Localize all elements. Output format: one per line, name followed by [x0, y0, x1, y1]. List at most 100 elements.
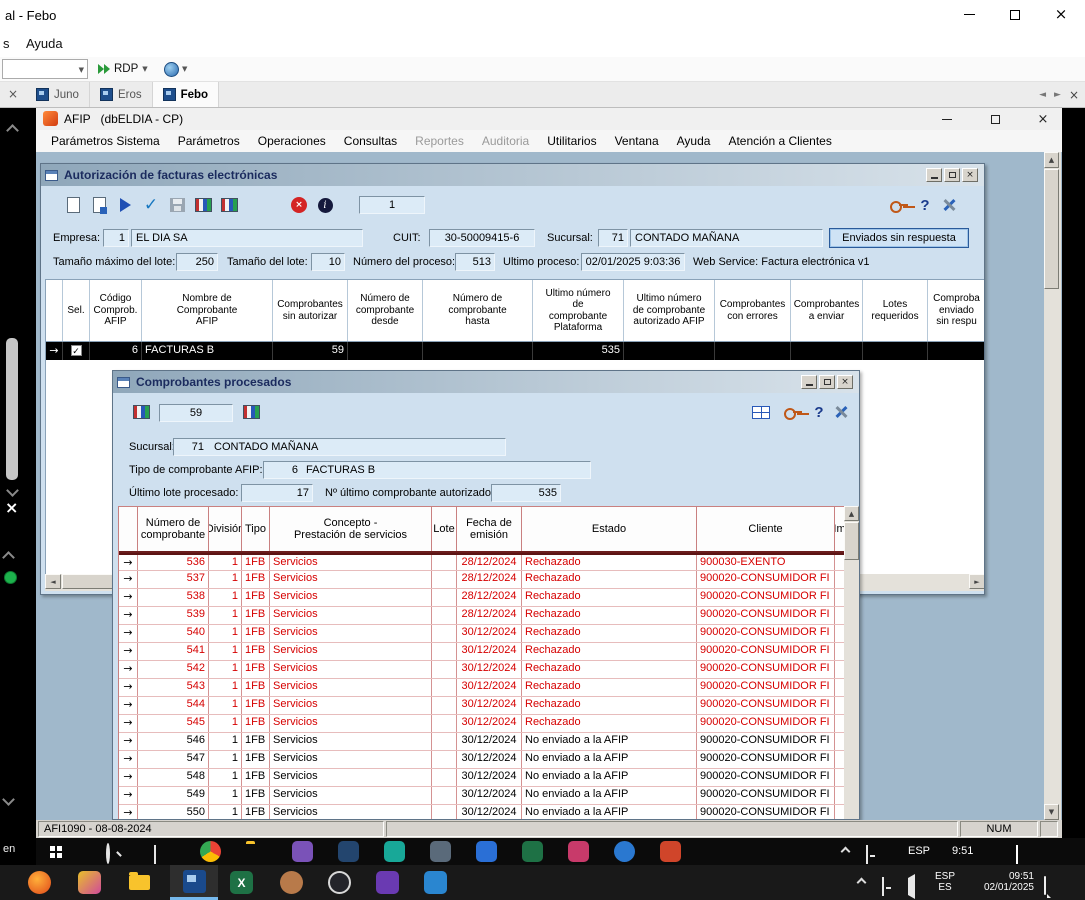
tamano-field[interactable]: 10: [311, 253, 345, 271]
columns-button[interactable]: [239, 401, 263, 423]
table-row[interactable]: →54511FBServicios30/12/2024Rechazado9000…: [119, 715, 845, 733]
minimize-button[interactable]: [801, 375, 817, 389]
obs-icon[interactable]: [328, 871, 351, 894]
new-button[interactable]: [61, 194, 85, 216]
stop-button[interactable]: ×: [287, 194, 311, 216]
menu-item-consultas[interactable]: Consultas: [335, 130, 406, 152]
sucursal-name-field[interactable]: CONTADO MAÑANA: [630, 229, 823, 247]
cuit-field[interactable]: 30-50009415-6: [429, 229, 535, 247]
access-button[interactable]: [781, 401, 805, 423]
back-icon[interactable]: ◄: [1039, 90, 1046, 100]
menu-item-operaciones[interactable]: Operaciones: [249, 130, 335, 152]
access-button[interactable]: [887, 194, 911, 216]
afip-maximize-button[interactable]: [980, 108, 1010, 130]
proceso-field[interactable]: 513: [455, 253, 495, 271]
ultimo-proceso-field[interactable]: 02/01/2025 9:03:36: [581, 253, 685, 271]
file-explorer-button[interactable]: [128, 871, 151, 894]
client-vertical-scrollbar[interactable]: ▲ ▼: [1044, 152, 1061, 820]
scroll-up-button[interactable]: ▲: [1044, 152, 1059, 168]
export-button[interactable]: [217, 194, 241, 216]
process-count-field[interactable]: 1: [359, 196, 425, 214]
confirm-button[interactable]: ✓: [139, 194, 163, 216]
close-button[interactable]: ×: [837, 375, 853, 389]
app-icon-navy[interactable]: [338, 841, 359, 862]
chevron-down-icon[interactable]: [2, 793, 15, 806]
chevron-up-icon[interactable]: [2, 551, 15, 564]
start-button[interactable]: [50, 845, 62, 863]
afip-minimize-button[interactable]: [932, 108, 962, 130]
language-indicator[interactable]: ESP: [908, 845, 930, 857]
excel-icon[interactable]: [522, 841, 543, 862]
app-icon-purple[interactable]: [376, 871, 399, 894]
clock[interactable]: 9:51: [952, 845, 973, 857]
window-titlebar[interactable]: Autorización de facturas electrónicas ×: [41, 164, 984, 186]
table-row[interactable]: →54711FBServicios30/12/2024No enviado a …: [119, 751, 845, 769]
close-icon[interactable]: ×: [8, 87, 18, 101]
sucursal-field[interactable]: 71 CONTADO MAÑANA: [173, 438, 506, 456]
app-icon-teal[interactable]: [384, 841, 405, 862]
firefox-icon[interactable]: [28, 871, 51, 894]
close-button[interactable]: ×: [962, 168, 978, 182]
vertical-scrollbar[interactable]: ▲: [844, 506, 860, 820]
menu-item-par-metros[interactable]: Parámetros: [169, 130, 249, 152]
language-indicator[interactable]: ESP ES: [930, 871, 960, 893]
excel-icon[interactable]: X: [230, 871, 253, 894]
scroll-up-button[interactable]: ▲: [844, 506, 859, 521]
ultimo-autorizado-field[interactable]: 535: [491, 484, 561, 502]
tab-febo[interactable]: Febo: [153, 82, 219, 107]
search-button[interactable]: [106, 845, 110, 863]
hidden-icons-chevron[interactable]: [857, 878, 867, 888]
scroll-right-button[interactable]: ►: [969, 574, 985, 589]
menu-item-ayuda[interactable]: Ayuda: [668, 130, 720, 152]
table-row[interactable]: →53611FBServicios28/12/2024Rechazado9000…: [119, 553, 845, 571]
tools-button[interactable]: [829, 401, 853, 423]
outer-minimize-button[interactable]: [952, 0, 986, 29]
empresa-num-field[interactable]: 1: [103, 229, 129, 247]
menu-partial[interactable]: s: [3, 36, 10, 51]
checkbox-checked[interactable]: ✓: [71, 345, 82, 356]
table-row[interactable]: →53911FBServicios28/12/2024Rechazado9000…: [119, 607, 845, 625]
maximize-button[interactable]: [944, 168, 960, 182]
close-icon[interactable]: ×: [5, 498, 18, 517]
help-button[interactable]: ?: [807, 401, 831, 423]
clock[interactable]: 09:51 02/01/2025: [966, 871, 1034, 893]
record-count-field[interactable]: 59: [159, 404, 233, 422]
menu-item-atenci-n-a-clientes[interactable]: Atención a Clientes: [719, 130, 840, 152]
protocol-dropdown[interactable]: ▼: [164, 60, 187, 78]
scroll-left-button[interactable]: ◄: [45, 574, 61, 589]
tools-button[interactable]: [937, 194, 961, 216]
browser-icon[interactable]: [614, 841, 635, 862]
strip-scrollbar[interactable]: [6, 338, 18, 480]
info-button[interactable]: i: [313, 194, 337, 216]
menu-item-auditoria[interactable]: Auditoria: [473, 130, 538, 152]
table-row[interactable]: →53711FBServicios28/12/2024Rechazado9000…: [119, 571, 845, 589]
scroll-down-button[interactable]: ▼: [1044, 804, 1059, 820]
app-icon-purple[interactable]: [292, 841, 313, 862]
tab-juno[interactable]: Juno: [26, 82, 90, 107]
table-row[interactable]: →54111FBServicios30/12/2024Rechazado9000…: [119, 643, 845, 661]
window-titlebar[interactable]: Comprobantes procesados ×: [113, 371, 859, 393]
tipo-comprobante-field[interactable]: 6 FACTURAS B: [263, 461, 591, 479]
tab-eros[interactable]: Eros: [90, 82, 153, 107]
hidden-icons-chevron[interactable]: [841, 847, 851, 857]
scrollbar-thumb[interactable]: [1044, 169, 1059, 289]
help-button[interactable]: ?: [913, 194, 937, 216]
selected-row[interactable]: → ✓ 6 FACTURAS B 59 535: [46, 342, 985, 360]
app-icon-blue[interactable]: [476, 841, 497, 862]
ultimo-lote-field[interactable]: 17: [241, 484, 313, 502]
pen-app-icon[interactable]: [424, 871, 447, 894]
table-row[interactable]: →54311FBServicios30/12/2024Rechazado9000…: [119, 679, 845, 697]
table-button[interactable]: [749, 401, 773, 423]
chevron-up-icon[interactable]: [6, 124, 19, 137]
network-icon[interactable]: [866, 846, 868, 864]
app-icon-gray[interactable]: [430, 841, 451, 862]
menu-item-par-metros-sistema[interactable]: Parámetros Sistema: [42, 130, 169, 152]
menu-item-reportes[interactable]: Reportes: [406, 130, 473, 152]
close-icon[interactable]: ×: [1069, 88, 1079, 102]
app-icon-orange[interactable]: [660, 841, 681, 862]
afip-close-button[interactable]: ×: [1028, 108, 1058, 130]
columns-button[interactable]: [191, 194, 215, 216]
sucursal-num-field[interactable]: 71: [598, 229, 628, 247]
outer-close-button[interactable]: ×: [1044, 0, 1078, 29]
table-row[interactable]: →54811FBServicios30/12/2024No enviado a …: [119, 769, 845, 787]
